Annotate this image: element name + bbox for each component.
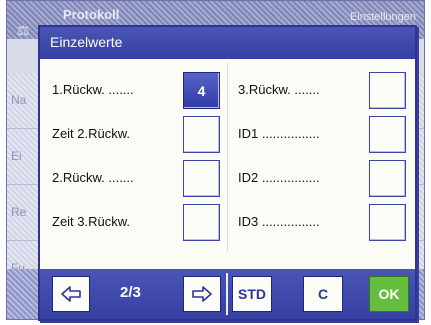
ok-button-label: OK: [378, 286, 400, 302]
prev-page-button[interactable]: [52, 276, 90, 312]
value-button-id2[interactable]: [369, 160, 406, 197]
background-row-label: Ei: [11, 149, 22, 163]
background-row-label: Re: [11, 205, 27, 219]
einzelwerte-dialog: Einzelwerte 1.Rückw. ....... 4 Zeit 2.Rü…: [38, 25, 417, 321]
field-label-rueckw2: 2.Rückw. .......: [52, 170, 134, 185]
scale-icon: ⚖: [17, 22, 30, 38]
field-label-rueckw3: 3.Rückw. .......: [238, 82, 320, 97]
clear-button[interactable]: C: [303, 276, 343, 312]
value-button-rueckw3[interactable]: [369, 72, 406, 109]
page-indicator: 2/3: [120, 284, 141, 301]
std-button-label: STD: [238, 286, 266, 302]
column-divider: [227, 63, 228, 251]
dialog-titlebar: Einzelwerte: [40, 27, 415, 59]
value-button-zeit-rueckw2[interactable]: [183, 116, 220, 153]
value-button-zeit-rueckw3[interactable]: [183, 204, 220, 241]
std-button[interactable]: STD: [232, 276, 272, 312]
background-title-right: Einstellungen: [349, 11, 416, 23]
background-row-label: Na: [11, 93, 27, 107]
field-label-id1: ID1 ................: [238, 126, 320, 141]
arrow-left-icon: [60, 285, 82, 303]
field-label-rueckw1: 1.Rückw. .......: [52, 82, 134, 97]
arrow-right-icon: [191, 285, 213, 303]
dialog-title: Einzelwerte: [50, 34, 123, 50]
clear-button-label: C: [317, 286, 329, 302]
background-title: Protokoll: [63, 7, 120, 22]
next-page-button[interactable]: [183, 276, 221, 312]
value-rueckw1: 4: [197, 82, 206, 99]
nav-separator: [226, 273, 228, 315]
value-button-id1[interactable]: [369, 116, 406, 153]
field-label-zeit-rueckw3: Zeit 3.Rückw.: [52, 214, 131, 229]
value-button-rueckw2[interactable]: [183, 160, 220, 197]
field-label-zeit-rueckw2: Zeit 2.Rückw.: [52, 126, 131, 141]
value-button-id3[interactable]: [369, 204, 406, 241]
field-label-id3: ID3 ................: [238, 214, 320, 229]
ok-button[interactable]: OK: [369, 276, 409, 312]
navigation-bar: 2/3 STD C OK: [40, 269, 415, 319]
field-label-id2: ID2 ................: [238, 170, 320, 185]
value-button-rueckw1[interactable]: 4: [183, 72, 220, 109]
